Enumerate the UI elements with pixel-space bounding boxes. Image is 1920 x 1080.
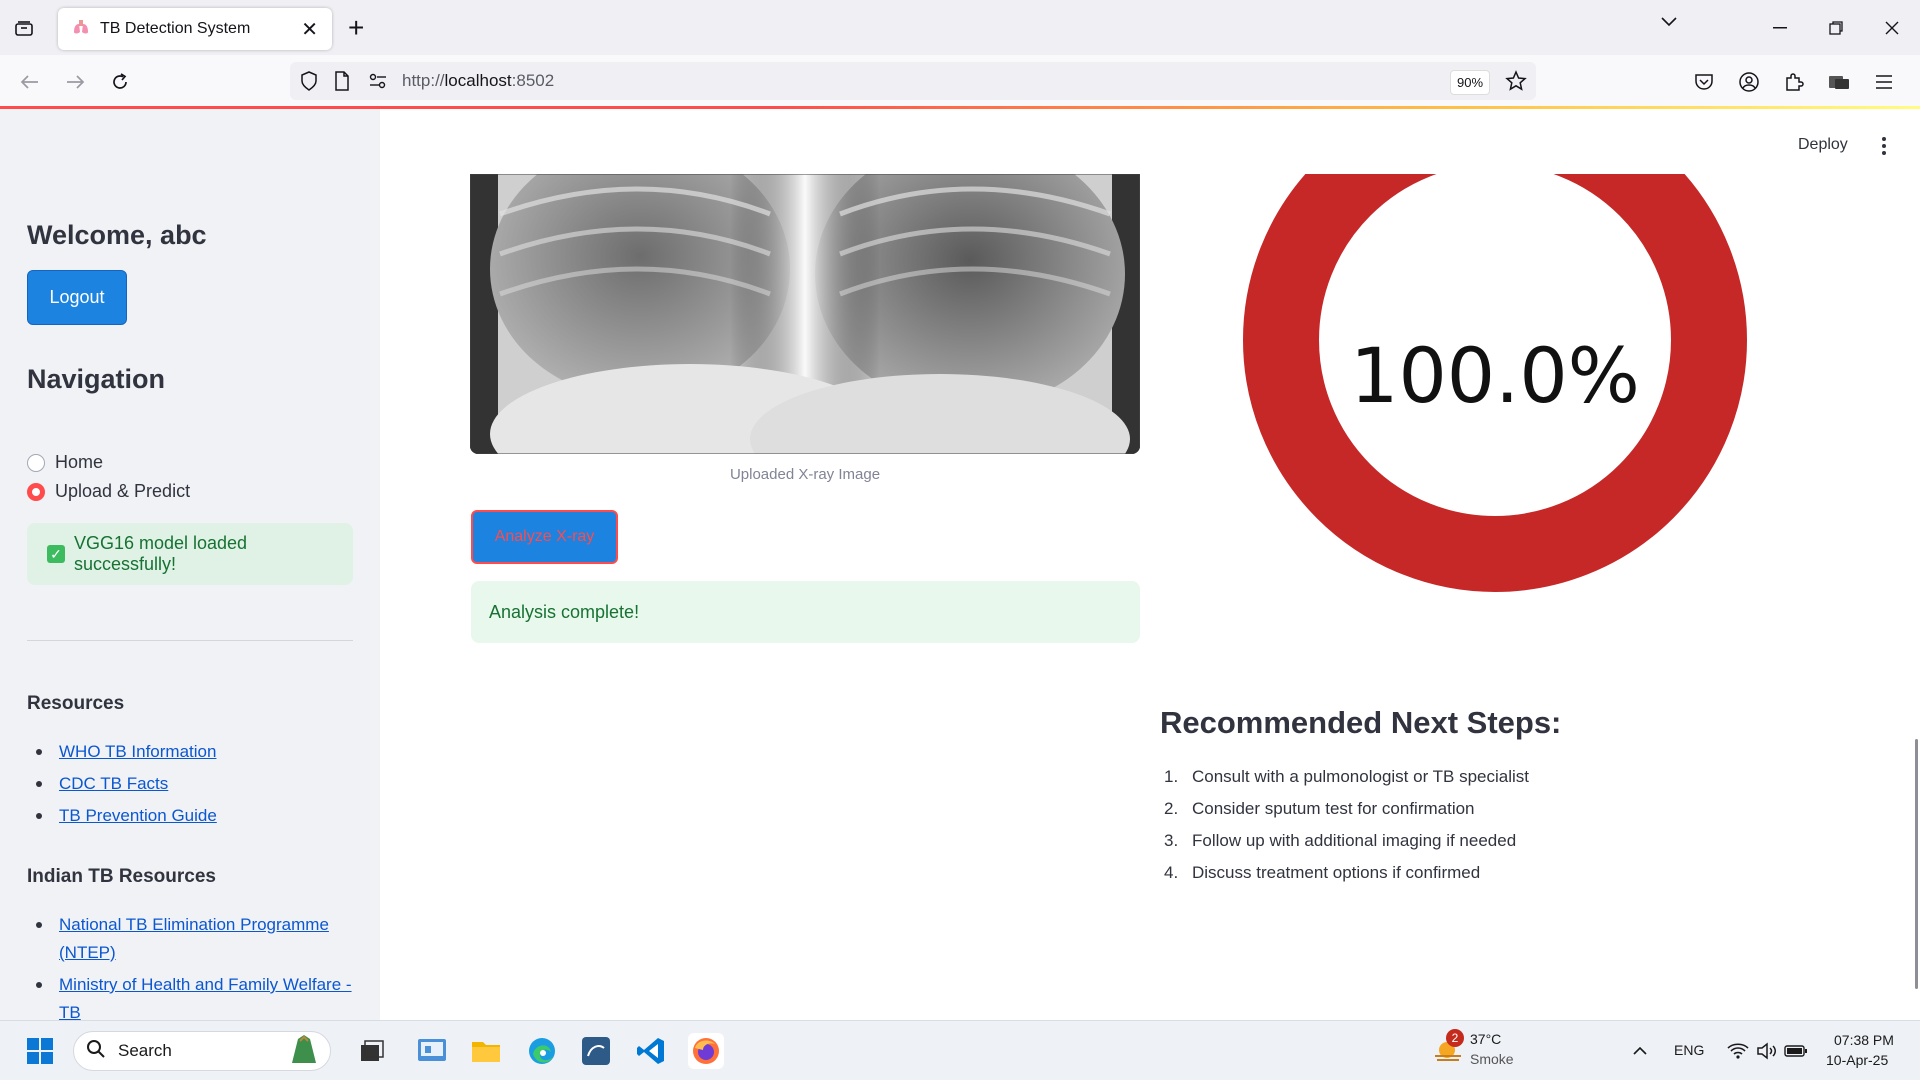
taskbar: Search 2 37°C Smoke ENG 07:38 PM 10-Apr-… [0,1020,1920,1080]
task-view-icon[interactable] [354,1033,390,1069]
list-item: WHO TB Information [27,738,357,766]
resources-heading: Resources [27,693,125,714]
minimize-icon[interactable] [1750,10,1810,46]
next-steps-list: 1. Consult with a pulmonologist or TB spe… [1160,765,1529,893]
browser-toolbar: http://localhost:8502 90% [0,55,1920,107]
link-ntep[interactable]: National TB Elimination Programme (NTEP) [59,915,329,962]
analyze-xray-button[interactable]: Analyze X-ray [471,510,618,564]
restore-icon[interactable] [1806,10,1866,46]
main-content: Deploy Uploaded X-ray Image Analyze X-ra… [380,109,1920,1020]
edge-browser-icon[interactable] [524,1033,560,1069]
close-tab-icon[interactable]: ✕ [301,17,318,42]
scrollbar-thumb[interactable] [1915,739,1918,989]
list-item: 1. Consult with a pulmonologist or TB spe… [1164,767,1530,786]
battery-icon[interactable] [1778,1033,1814,1069]
check-icon: ✓ [47,545,65,563]
list-item: Ministry of Health and Family Welfare - … [27,971,357,1020]
analysis-status-text: Analysis complete! [489,601,640,622]
menu-icon[interactable] [1869,67,1899,97]
radio-home[interactable] [27,453,45,472]
link-tb-prevention[interactable]: TB Prevention Guide [59,806,217,825]
nav-option-label: Upload & Predict [55,481,191,501]
search-highlight-icon [284,1033,324,1070]
confidence-value: 100.0% [1350,331,1640,420]
list-item: 4. Discuss treatment options if confirmed [1164,863,1481,882]
zoom-level[interactable]: 90% [1450,70,1491,95]
weather-condition[interactable]: Smoke [1470,1051,1514,1067]
logout-button[interactable]: Logout [27,270,127,325]
lungs-icon [72,18,90,41]
taskbar-search-input[interactable]: Search [73,1031,331,1071]
tab-title: TB Detection System [100,20,251,37]
account-icon[interactable] [1734,67,1764,97]
pocket-icon[interactable] [1689,67,1719,97]
new-tab-icon[interactable]: + [348,12,364,44]
tab-tb-detection[interactable]: TB Detection System ✕ [58,8,332,50]
close-window-icon[interactable] [1862,10,1920,46]
tab-list-icon[interactable] [10,14,38,42]
deploy-button[interactable]: Deploy [1798,136,1848,154]
nav-option-upload-predict[interactable]: Upload & Predict [27,481,190,502]
list-item: National TB Elimination Programme (NTEP) [27,911,357,967]
more-options-icon[interactable] [1874,134,1894,158]
chevron-up-icon[interactable] [1622,1033,1658,1069]
language-indicator[interactable]: ENG [1674,1042,1704,1058]
temperature[interactable]: 37°C [1470,1031,1501,1047]
reload-icon[interactable] [105,67,135,97]
xray-caption: Uploaded X-ray Image [729,466,881,483]
sidebar: Welcome, abc Logout Navigation Home Uplo… [0,109,380,1020]
clock-time[interactable]: 07:38 PM [1834,1032,1894,1048]
url-bar[interactable]: http://localhost:8502 90% [290,62,1536,100]
sidebar-divider [27,640,353,641]
nav-option-label: Home [55,452,104,472]
model-status-text: VGG16 model loaded successfully! [73,533,248,574]
link-mohfw-tb[interactable]: Ministry of Health and Family Welfare - … [59,975,352,1020]
search-icon [86,1039,106,1064]
url-text[interactable]: http://localhost:8502 [402,71,554,91]
mysql-workbench-icon[interactable] [578,1033,614,1069]
resources-list: WHO TB Information CDC TB Facts TB Preve… [27,738,357,834]
firefox-icon[interactable] [688,1033,724,1069]
navigation-heading: Navigation [27,364,166,394]
link-cdc-tb[interactable]: CDC TB Facts [59,774,168,793]
nav-option-home[interactable]: Home [27,452,103,473]
page-icon[interactable] [334,71,350,96]
chevron-down-icon[interactable] [1660,14,1678,32]
browser-tab-bar: TB Detection System ✕ + [0,0,1920,55]
welcome-heading: Welcome, abc [27,220,207,250]
link-who-tb[interactable]: WHO TB Information [59,742,216,761]
indian-resources-list: National TB Elimination Programme (NTEP)… [27,911,357,1020]
list-item: 2. Consider sputum test for confirmation [1164,799,1475,818]
model-status-alert: ✓ VGG16 model loaded successfully! [27,523,353,585]
back-icon[interactable] [15,67,45,97]
bookmark-star-icon[interactable] [1505,70,1527,97]
window-switcher-icon[interactable] [1824,67,1854,97]
file-explorer-icon[interactable] [468,1033,504,1069]
permissions-icon[interactable] [368,72,388,95]
next-steps-heading: Recommended Next Steps: [1160,705,1562,740]
radio-upload-predict[interactable] [27,482,45,501]
weather-badge: 2 [1446,1029,1464,1047]
list-item: 3. Follow up with additional imaging if n… [1164,831,1517,850]
shield-icon[interactable] [300,71,318,96]
windows-start-icon[interactable] [22,1033,58,1069]
clock-date[interactable]: 10-Apr-25 [1826,1052,1888,1068]
xray-image [470,174,1140,454]
list-item: TB Prevention Guide [27,802,357,830]
forward-icon[interactable] [60,67,90,97]
list-item: CDC TB Facts [27,770,357,798]
search-placeholder: Search [118,1041,172,1060]
analysis-status-alert: Analysis complete! [471,581,1140,643]
indian-resources-heading: Indian TB Resources [27,866,216,887]
vscode-icon[interactable] [633,1033,669,1069]
widgets-app-icon[interactable] [414,1033,450,1069]
extensions-icon[interactable] [1779,67,1809,97]
